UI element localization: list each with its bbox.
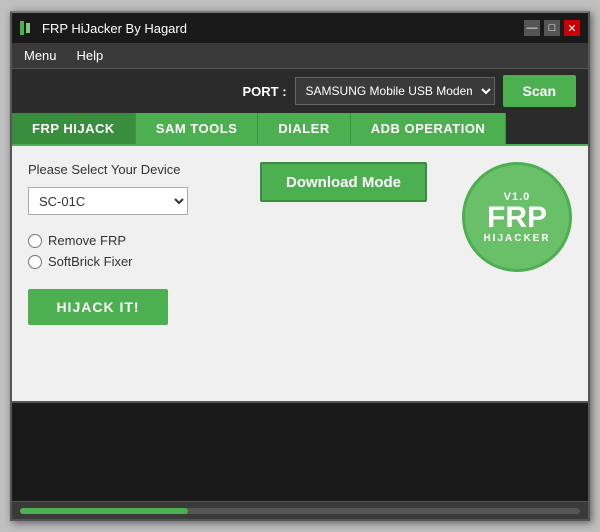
tab-bar: FRP HIJACK SAM TOOLS DIALER ADB OPERATIO… [12, 113, 588, 146]
window-controls: — □ ✕ [524, 20, 580, 36]
port-bar: PORT : SAMSUNG Mobile USB Modem (… Scan [12, 69, 588, 113]
left-section: Please Select Your Device SC-01C Remove … [28, 162, 225, 325]
close-button[interactable]: ✕ [564, 20, 580, 36]
menu-item-help[interactable]: Help [73, 46, 108, 65]
frp-sub-text: HIJACKER [483, 233, 550, 244]
app-logo [20, 20, 36, 36]
scan-button[interactable]: Scan [503, 75, 576, 107]
radio-remove-frp[interactable]: Remove FRP [28, 233, 225, 248]
radio-input-softbrick-fixer[interactable] [28, 255, 42, 269]
middle-section: Download Mode [245, 162, 442, 202]
logo-bar-2 [26, 23, 30, 33]
console-area [12, 401, 588, 501]
main-window: FRP HiJacker By Hagard — □ ✕ Menu Help P… [10, 11, 590, 521]
download-mode-button[interactable]: Download Mode [260, 162, 427, 202]
device-label: Please Select Your Device [28, 162, 225, 177]
tab-dialer[interactable]: DIALER [258, 113, 350, 144]
menu-item-menu[interactable]: Menu [20, 46, 61, 65]
tab-sam-tools[interactable]: SAM TOOLS [136, 113, 259, 144]
maximize-button[interactable]: □ [544, 20, 560, 36]
title-bar: FRP HiJacker By Hagard — □ ✕ [12, 13, 588, 43]
progress-track [20, 508, 580, 514]
radio-softbrick-fixer[interactable]: SoftBrick Fixer [28, 254, 225, 269]
device-select[interactable]: SC-01C [28, 187, 188, 215]
status-bar [12, 501, 588, 519]
port-label: PORT : [242, 84, 286, 99]
frp-logo: V1.0 FRP HIJACKER [462, 162, 572, 272]
hijack-button[interactable]: HIJACK IT! [28, 289, 168, 325]
tab-adb-operation[interactable]: ADB OPERATION [351, 113, 507, 144]
radio-label-softbrick-fixer: SoftBrick Fixer [48, 254, 133, 269]
main-content: Please Select Your Device SC-01C Remove … [12, 146, 588, 401]
progress-fill [20, 508, 188, 514]
window-title: FRP HiJacker By Hagard [42, 21, 518, 36]
radio-label-remove-frp: Remove FRP [48, 233, 126, 248]
frp-main-text: FRP [487, 203, 547, 233]
port-select[interactable]: SAMSUNG Mobile USB Modem (… [295, 77, 495, 105]
menu-bar: Menu Help [12, 43, 588, 69]
tab-frp-hijack[interactable]: FRP HIJACK [12, 113, 136, 144]
top-section: Please Select Your Device SC-01C Remove … [28, 162, 572, 325]
logo-bar-1 [20, 21, 24, 35]
minimize-button[interactable]: — [524, 20, 540, 36]
radio-group: Remove FRP SoftBrick Fixer [28, 233, 225, 269]
radio-input-remove-frp[interactable] [28, 234, 42, 248]
